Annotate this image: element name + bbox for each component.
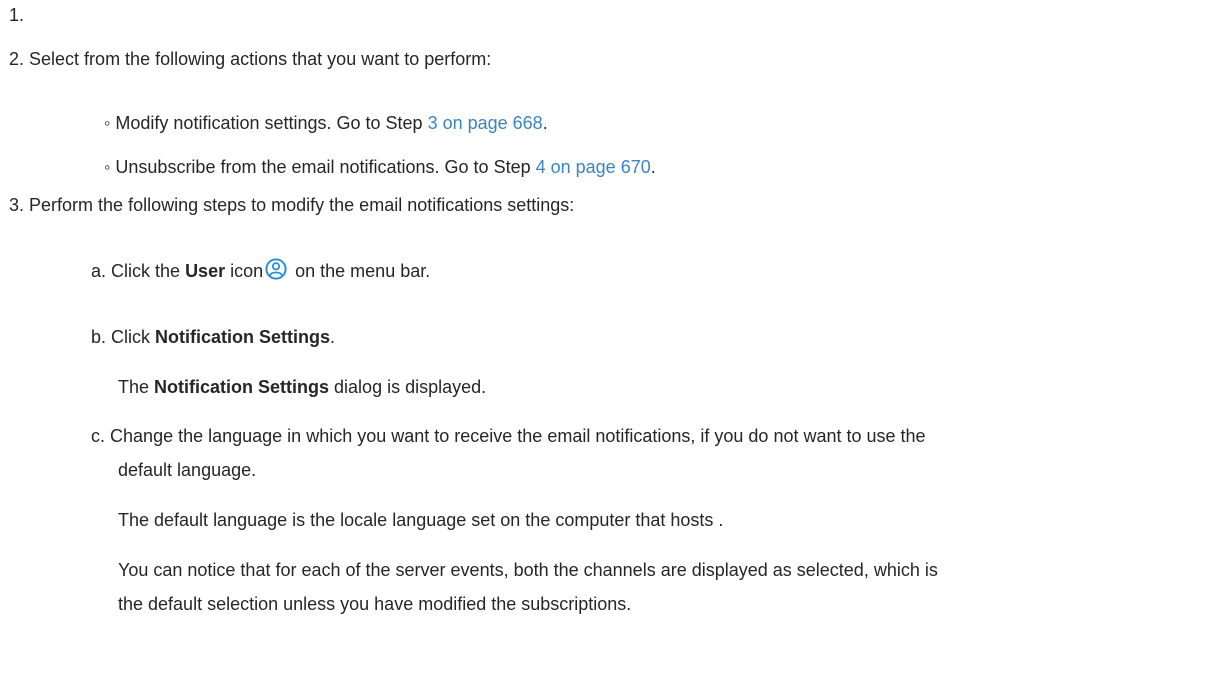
substep-a-pre: Click the: [111, 261, 186, 281]
step-2-bullet-1: ◦ Modify notification settings. Go to St…: [104, 112, 548, 134]
result-post: dialog is displayed.: [329, 377, 487, 397]
bullet-text-end: .: [542, 113, 548, 133]
substep-c-para-1: The default language is the locale langu…: [118, 509, 723, 531]
step-3-number: 3.: [9, 195, 25, 215]
substep-c-letter: c.: [91, 426, 106, 446]
substep-b-pre: Click: [111, 327, 156, 347]
channels-note-1: You can notice that for each of the serv…: [118, 560, 938, 580]
substep-c-line-1: c. Change the language in which you want…: [91, 425, 926, 447]
substep-c-line-2: default language.: [118, 459, 256, 481]
substep-b-result: The Notification Settings dialog is disp…: [118, 376, 486, 398]
substep-b-letter: b.: [91, 327, 107, 347]
substep-a-post: on the menu bar.: [290, 261, 431, 281]
step-2: 2. Select from the following actions tha…: [9, 48, 491, 70]
step-1-number: 1.: [9, 5, 25, 25]
step-3: 3. Perform the following steps to modify…: [9, 194, 574, 216]
user-circle-icon: [265, 258, 287, 280]
user-label: User: [185, 261, 226, 281]
result-pre: The: [118, 377, 155, 397]
substep-c-para-2-line-2: the default selection unless you have mo…: [118, 593, 631, 615]
channels-note-2: the default selection unless you have mo…: [118, 594, 632, 614]
bullet-text-end: .: [650, 157, 656, 177]
substep-c-text-2: default language.: [118, 460, 257, 480]
default-language-note: The default language is the locale langu…: [118, 510, 724, 530]
step-3-link[interactable]: 3 on page 668: [428, 113, 543, 133]
step-2-bullet-2: ◦ Unsubscribe from the email notificatio…: [104, 156, 656, 178]
substep-b-post: .: [330, 327, 336, 347]
notification-settings-label: Notification Settings: [155, 327, 331, 347]
step-2-number: 2.: [9, 49, 25, 69]
substep-a-letter: a.: [91, 261, 107, 281]
step-4-link[interactable]: 4 on page 670: [536, 157, 651, 177]
step-2-text: Select from the following actions that y…: [29, 49, 492, 69]
result-bold: Notification Settings: [154, 377, 330, 397]
step-3-text: Perform the following steps to modify th…: [29, 195, 575, 215]
substep-c-text-1: Change the language in which you want to…: [110, 426, 926, 446]
step-1: 1.: [9, 4, 24, 26]
substep-a-mid: icon: [225, 261, 264, 281]
bullet-marker: ◦: [104, 113, 111, 133]
substep-a: a. Click the User icon on the menu bar.: [91, 258, 430, 282]
bullet-text: Modify notification settings. Go to Step: [115, 113, 428, 133]
bullet-marker: ◦: [104, 157, 111, 177]
substep-c-para-2-line-1: You can notice that for each of the serv…: [118, 559, 938, 581]
bullet-text: Unsubscribe from the email notifications…: [115, 157, 536, 177]
substep-b: b. Click Notification Settings.: [91, 326, 335, 348]
